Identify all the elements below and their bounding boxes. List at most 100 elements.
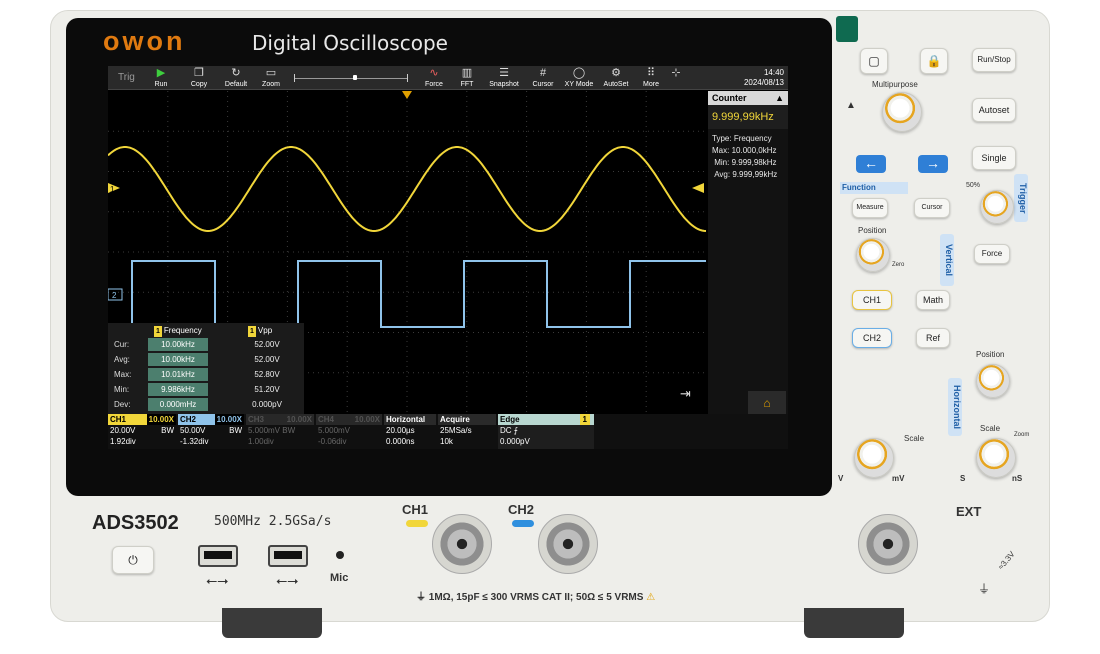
xy-mode-button[interactable]: ◯ XY Mode <box>562 67 596 89</box>
cursor-button[interactable]: # Cursor <box>528 67 558 89</box>
brand-logo: owon <box>103 26 186 56</box>
mic-hole <box>336 551 344 559</box>
fft-button[interactable]: ▥ FFT <box>454 67 480 89</box>
vpp-header[interactable]: 1 Vpp <box>248 325 272 337</box>
network-button[interactable]: ⊹ <box>668 67 684 89</box>
lock-button[interactable]: 🔒 <box>920 48 948 74</box>
vertical-scale-knob[interactable] <box>854 438 894 478</box>
cursor-grid-icon: # <box>539 67 547 79</box>
left-arrow-button[interactable]: ← <box>856 155 886 173</box>
power-button[interactable]: ⏻ <box>112 546 154 574</box>
ref-button[interactable]: Ref <box>916 328 950 348</box>
nanoseconds-label: nS <box>1012 474 1023 483</box>
clock-date: 2024/08/13 <box>743 78 784 87</box>
vertical-position-knob[interactable] <box>856 238 890 272</box>
home-button[interactable]: ⌂ <box>748 391 786 416</box>
acquire-status[interactable]: Acquire 25MSa/s 10k <box>438 414 496 449</box>
toolbar: Trig ▶ Run ❐ Copy ↻ Default ▭ Zoom ∿ Force ▥ F… <box>108 66 788 90</box>
trigger-status[interactable]: Edge 1 DC ⨍ 0.000pV <box>498 414 594 449</box>
power-icon: ⏻ <box>128 553 138 567</box>
display-screen: Trig ▶ Run ❐ Copy ↻ Default ▭ Zoom ∿ Force ▥ F… <box>108 66 788 449</box>
probe-icon: ⏚ <box>416 592 429 603</box>
measure-button[interactable]: Measure <box>852 198 888 218</box>
ch1-bnc-connector[interactable] <box>432 514 492 574</box>
force-hw-button[interactable]: Force <box>974 244 1010 264</box>
default-button[interactable]: ↻ Default <box>220 67 252 89</box>
collapse-icon: ▲ <box>775 93 784 103</box>
gear-icon: ⚙ <box>611 67 621 79</box>
counter-header[interactable]: Counter ▲ <box>708 91 788 105</box>
ch1-button[interactable]: CH1 <box>852 290 892 310</box>
table-row: Cur: 10.00kHz 52.00V <box>114 338 280 351</box>
counter-stats: Type: Frequency Max: 10.000,0kHz Min: 9.… <box>712 134 778 179</box>
single-button[interactable]: Single <box>972 146 1016 170</box>
trigger-time-marker[interactable] <box>402 91 412 99</box>
copy-icon: ❐ <box>194 67 204 79</box>
usb-port-1[interactable] <box>198 545 238 567</box>
trigger-position-marker <box>353 75 357 80</box>
vertical-scale-label: Scale <box>904 434 925 443</box>
vertical-position-label: Position <box>858 226 887 235</box>
run-stop-button[interactable]: Run/Stop <box>972 48 1016 72</box>
timebase-position-bar[interactable] <box>294 74 408 82</box>
counter-panel: Counter ▲ 9.999,99kHz Type: Frequency Ma… <box>708 91 788 416</box>
ch2-input-label: CH2 <box>508 502 535 517</box>
horizontal-section-label: Horizontal <box>948 378 962 436</box>
ext-bnc-connector[interactable] <box>858 514 918 574</box>
ch2-button[interactable]: CH2 <box>852 328 892 348</box>
copy-button[interactable]: ❐ Copy <box>184 67 214 89</box>
square-menu-button[interactable]: ▢ <box>860 48 888 74</box>
trigger-level-marker[interactable] <box>692 183 704 193</box>
autoset-button[interactable]: ⚙ AutoSet <box>600 67 632 89</box>
table-row: Max: 10.01kHz 52.80V <box>114 368 280 381</box>
ch3-status[interactable]: CH3 10.00X 5.000mV BW 1.00div <box>246 414 314 449</box>
status-bar: CH1 10.00X 20.00V BW 1.92div CH2 10.00X 50… <box>108 414 788 449</box>
ch2-status[interactable]: CH2 10.00X 50.00V BW -1.32div <box>178 414 244 449</box>
horizontal-scale-label: Scale <box>980 424 1001 433</box>
ch2-color-tag <box>512 520 534 527</box>
ch1-color-tag <box>406 520 428 527</box>
right-arrow-button[interactable]: → <box>918 155 948 173</box>
horizontal-scale-knob[interactable] <box>976 438 1016 478</box>
horizontal-position-label: Position <box>976 350 1005 359</box>
run-button[interactable]: ▶ Run <box>146 67 176 89</box>
left-foot <box>222 608 322 638</box>
model-name: ADS3502 <box>92 512 179 534</box>
input-rating: ⏚ 1MΩ, 15pF ≤ 300 VRMS CAT II; 50Ω ≤ 5 V… <box>416 592 656 603</box>
table-row: Dev: 0.000mHz 0.000pV <box>114 398 282 411</box>
mic-label: Mic <box>330 572 349 584</box>
snapshot-button[interactable]: ☰ Snapshot <box>486 67 522 89</box>
seconds-label: S <box>960 474 966 483</box>
usb-port-2[interactable] <box>268 545 308 567</box>
arrow-left-icon: ← <box>864 155 878 171</box>
product-line: Digital Oscilloscope <box>252 31 448 55</box>
freq-header[interactable]: 1 Frequency <box>154 325 202 337</box>
force-wave-icon: ∿ <box>429 67 439 79</box>
ch1-status[interactable]: CH1 10.00X 20.00V BW 1.92div <box>108 414 176 449</box>
warning-icon: ⚠ <box>646 592 656 603</box>
horizontal-position-knob[interactable] <box>976 364 1010 398</box>
millivolts-label: mV <box>892 474 905 483</box>
table-row: Min: 9.986kHz 51.20V <box>114 383 280 396</box>
exit-icon[interactable]: ⇥ <box>680 387 691 402</box>
ch1-input-label: CH1 <box>402 502 429 517</box>
cursor-hw-button[interactable]: Cursor <box>914 198 950 218</box>
push-up-icon: ▲ <box>846 100 856 111</box>
force-button[interactable]: ∿ Force <box>420 67 448 89</box>
trigger-level-knob[interactable] <box>980 190 1014 224</box>
autoset-hw-button[interactable]: Autoset <box>972 98 1016 122</box>
math-button[interactable]: Math <box>916 290 950 310</box>
ch2-bnc-connector[interactable] <box>538 514 598 574</box>
zoom-button[interactable]: ▭ Zoom <box>256 67 286 89</box>
snapshot-icon: ☰ <box>499 67 509 79</box>
ch4-status[interactable]: CH4 10.00X 5.000mV -0.06div <box>316 414 382 449</box>
rising-edge-icon: ⨍ <box>513 426 518 435</box>
trig-menu[interactable]: Trig <box>118 72 135 83</box>
more-button[interactable]: ⠿ More <box>638 67 664 89</box>
zero-label: Zero <box>892 262 905 268</box>
clock-time: 14:40 <box>763 68 784 77</box>
measurement-table: 1 Frequency 1 Vpp Cur: 10.00kHz 52.00V Avg: 1… <box>108 323 304 415</box>
multipurpose-knob[interactable] <box>882 92 922 132</box>
horizontal-status[interactable]: Horizontal 20.00µs 0.000ns <box>384 414 436 449</box>
zoom-label: Zoom <box>1014 432 1030 438</box>
